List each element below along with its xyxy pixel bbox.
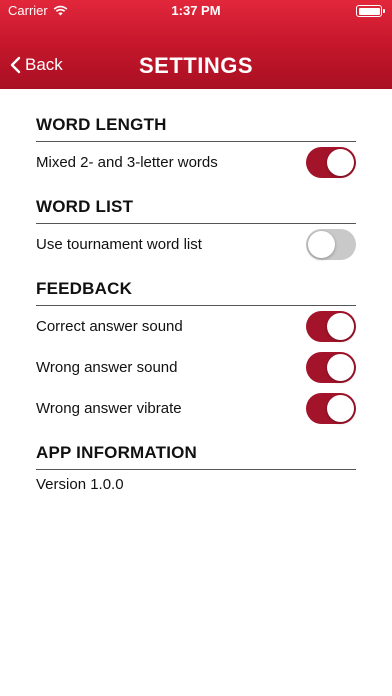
page-title: SETTINGS: [138, 53, 253, 78]
setting-row-tournament-list: Use tournament word list: [36, 224, 356, 265]
setting-label: Correct answer sound: [36, 318, 183, 335]
section-title: FEEDBACK: [36, 279, 133, 298]
status-time: 1:37 PM: [171, 3, 221, 18]
setting-row-mixed-words: Mixed 2- and 3-letter words: [36, 142, 356, 183]
section-app-info: APP INFORMATION Version 1.0.0: [36, 441, 356, 498]
section-title: WORD LIST: [36, 197, 134, 216]
wrong-sound-toggle[interactable]: [306, 352, 356, 383]
setting-label: Use tournament word list: [36, 236, 202, 253]
setting-row-wrong-sound: Wrong answer sound: [36, 347, 356, 388]
section-word-length: WORD LENGTH Mixed 2- and 3-letter words: [36, 113, 356, 183]
section-word-list: WORD LIST Use tournament word list: [36, 195, 356, 265]
wrong-vibrate-toggle[interactable]: [306, 393, 356, 424]
tournament-list-toggle[interactable]: [306, 229, 356, 260]
battery-icon: [356, 5, 385, 17]
app-version: Version 1.0.0: [36, 475, 124, 493]
setting-label: Wrong answer sound: [36, 359, 178, 376]
setting-label: Mixed 2- and 3-letter words: [36, 154, 218, 171]
mixed-words-toggle[interactable]: [306, 147, 356, 178]
nav-header: Carrier 1:37 PM Back SETTINGS: [0, 0, 392, 89]
settings-list: WORD LENGTH Mixed 2- and 3-letter words …: [36, 113, 356, 510]
setting-label: Wrong answer vibrate: [36, 400, 182, 417]
section-title: APP INFORMATION: [36, 443, 198, 462]
setting-row-correct-sound: Correct answer sound: [36, 306, 356, 347]
correct-sound-toggle[interactable]: [306, 311, 356, 342]
setting-row-wrong-vibrate: Wrong answer vibrate: [36, 388, 356, 429]
status-bar: Carrier 1:37 PM: [0, 0, 392, 22]
section-title: WORD LENGTH: [36, 115, 167, 134]
section-feedback: FEEDBACK Correct answer sound Wrong answ…: [36, 277, 356, 429]
